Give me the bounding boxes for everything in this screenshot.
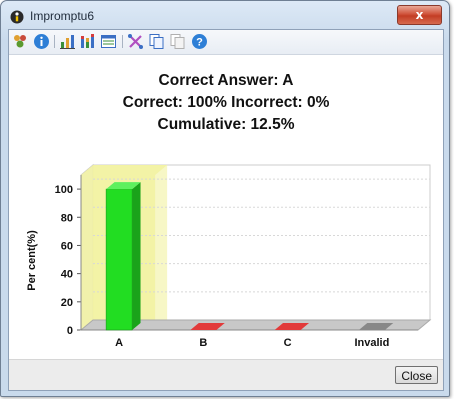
category-label: A (115, 337, 123, 349)
y-tick-label: 80 (61, 212, 73, 224)
copy-icon[interactable] (148, 33, 165, 50)
toolbar-separator (54, 35, 55, 48)
y-tick-label: 60 (61, 240, 73, 252)
help-icon[interactable]: ? (191, 33, 208, 50)
toolbar-separator (122, 35, 123, 48)
category-label: Invalid (354, 337, 389, 349)
app-icon (10, 10, 24, 24)
window-close-button[interactable]: x (397, 5, 442, 25)
dialog-footer: Close (9, 359, 443, 390)
bar-side (132, 182, 141, 330)
bar-a (105, 188, 133, 331)
info-icon[interactable] (33, 33, 50, 50)
bar-chart: 0 20 40 60 80 100 A B C Invalid Per cent(%) (26, 163, 432, 349)
toolbar: ? (9, 30, 443, 55)
results-chart: 0 20 40 60 80 100 A B C Invalid Per cent(%) (9, 150, 445, 350)
y-tick-label: 100 (55, 184, 73, 196)
app-window: Impromptu6 x ? Correct Answer: A Correct… (0, 0, 450, 397)
title-bar[interactable]: Impromptu6 x (1, 1, 449, 29)
window-title: Impromptu6 (30, 9, 95, 23)
table-view-icon[interactable] (100, 33, 117, 50)
category-label: C (284, 337, 292, 349)
cumulative-text: Cumulative: 12.5% (157, 116, 295, 133)
copy-disabled-icon[interactable] (169, 33, 186, 50)
correct-answer-text: Correct Answer: A (158, 72, 294, 89)
crossover-icon[interactable] (127, 33, 144, 50)
y-axis-title: Per cent(%) (26, 230, 38, 291)
score-text: Correct: 100% Incorrect: 0% (122, 94, 330, 111)
stacked-bar-icon[interactable] (79, 33, 96, 50)
bar-chart-icon[interactable] (59, 33, 76, 50)
y-tick-label: 0 (67, 325, 73, 337)
close-button[interactable]: Close (395, 366, 438, 384)
client-area: ? Correct Answer: A Correct: 100% Incorr… (8, 29, 444, 391)
people-icon[interactable] (12, 33, 29, 50)
svg-text:?: ? (196, 37, 203, 49)
y-tick-label: 40 (61, 269, 73, 281)
y-tick-label: 20 (61, 297, 73, 309)
category-label: B (199, 337, 207, 349)
